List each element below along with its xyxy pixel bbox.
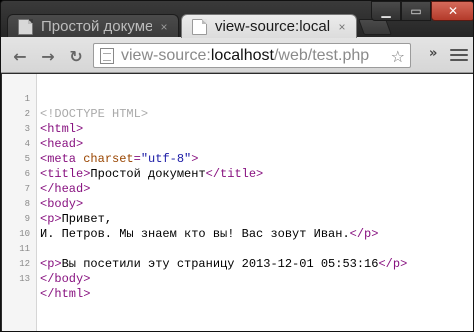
menu-icon[interactable] bbox=[450, 46, 468, 64]
forward-button[interactable]: → bbox=[37, 45, 59, 67]
source-line: 3 <head> bbox=[2, 107, 473, 151]
bookmark-star-icon[interactable]: ☆ bbox=[391, 47, 405, 66]
source-line: 1 <!DOCTYPE HTML> bbox=[2, 77, 473, 121]
tab-view-source[interactable]: view-source:localh × bbox=[181, 14, 357, 38]
line-number: 13 bbox=[19, 274, 30, 284]
maximize-button[interactable]: ▭ bbox=[401, 1, 431, 21]
page-icon bbox=[18, 18, 33, 35]
source-code: 1 <!DOCTYPE HTML> 2 <html> 3 <head> 4 <m… bbox=[2, 77, 473, 301]
url-host: localhost bbox=[210, 46, 274, 64]
browser-window: Простой докумен × view-source:localh × ▁… bbox=[0, 0, 474, 332]
url-path: /web/test.php bbox=[273, 46, 370, 64]
source-line: 12 </body> bbox=[2, 242, 473, 286]
tab-strip: Простой докумен × view-source:localh × ▁… bbox=[1, 1, 473, 38]
source-line: 9 И. Петров. Мы знаем кто вы! Вас зовут … bbox=[2, 197, 473, 241]
source-line: 8 <p>Привет, bbox=[2, 182, 473, 226]
source-line: 7 <body> bbox=[2, 167, 473, 211]
toolbar: ← → ↻ view-source:localhost/web/test.php… bbox=[1, 37, 473, 73]
url-text: view-source:localhost/web/test.php bbox=[121, 47, 369, 65]
page-icon bbox=[192, 18, 207, 35]
tab-document[interactable]: Простой докумен × bbox=[7, 14, 179, 38]
source-line: 11 <p>Вы посетили эту страницу 2013-12-0… bbox=[2, 227, 473, 271]
tab-close-icon[interactable]: × bbox=[158, 21, 170, 33]
source-line: 13 </html> bbox=[2, 257, 473, 301]
more-bookmarks-button[interactable]: » bbox=[429, 46, 437, 61]
url-scheme: view-source: bbox=[121, 46, 211, 64]
tab-close-icon[interactable]: × bbox=[336, 21, 348, 33]
source-line: 10 bbox=[2, 212, 473, 239]
source-line: 4 <meta charset="utf-8"> bbox=[2, 122, 473, 166]
source-view: 1 <!DOCTYPE HTML> 2 <html> 3 <head> 4 <m… bbox=[2, 74, 473, 331]
reload-button[interactable]: ↻ bbox=[65, 45, 87, 67]
html-tag: </html> bbox=[40, 287, 91, 301]
source-line: 6 </head> bbox=[2, 152, 473, 196]
source-line: 5 <title>Простой документ</title> bbox=[2, 137, 473, 181]
minimize-button[interactable]: ▁ bbox=[371, 1, 401, 21]
close-window-button[interactable]: ✕ bbox=[431, 1, 473, 21]
tab-title: Простой докумен bbox=[41, 18, 152, 35]
source-line: 2 <html> bbox=[2, 92, 473, 136]
page-icon bbox=[100, 47, 114, 64]
window-controls: ▁ ▭ ✕ bbox=[371, 1, 473, 23]
tab-title: view-source:localh bbox=[215, 18, 330, 35]
address-bar[interactable]: view-source:localhost/web/test.php ☆ bbox=[93, 43, 411, 68]
back-button[interactable]: ← bbox=[9, 45, 31, 67]
